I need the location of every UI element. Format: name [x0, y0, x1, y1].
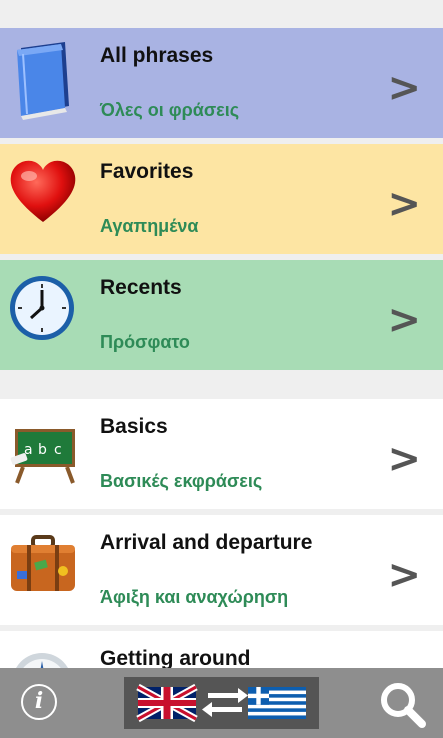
info-icon[interactable]: i — [21, 684, 57, 720]
item-title: Recents — [100, 276, 182, 299]
item-title: Basics — [100, 415, 168, 438]
category-list: All phrases Όλες οι φράσεις > Favorites … — [0, 0, 443, 668]
item-title: All phrases — [100, 44, 214, 67]
list-item-arrival-departure[interactable]: Arrival and departure Άφιξη και αναχώρησ… — [0, 515, 443, 625]
clock-icon — [7, 272, 79, 349]
item-subtitle: Πρόσφατο — [100, 332, 190, 352]
compass-icon — [7, 643, 79, 668]
list-item-all-phrases[interactable]: All phrases Όλες οι φράσεις > — [0, 28, 443, 138]
svg-text:c: c — [54, 442, 62, 458]
list-item-basics[interactable]: a b c Basics Βασικές εκφράσεις > — [0, 399, 443, 509]
chevron-right-icon: > — [387, 552, 421, 598]
book-icon — [7, 40, 79, 125]
chalkboard-icon: a b c — [7, 411, 79, 492]
language-switch-icon — [136, 683, 306, 723]
item-subtitle: Αγαπημένα — [100, 216, 199, 236]
list-item-recents[interactable]: Recents Πρόσφατο > — [0, 260, 443, 370]
chevron-right-icon: > — [387, 436, 421, 482]
bottom-app-bar: i — [0, 668, 443, 738]
item-subtitle: Άφιξη και αναχώρηση — [100, 587, 289, 607]
svg-text:b: b — [38, 442, 47, 458]
list-item-getting-around[interactable]: Getting around > — [0, 631, 443, 668]
chevron-right-icon: > — [387, 181, 421, 227]
search-icon[interactable] — [378, 680, 426, 728]
item-subtitle: Όλες οι φράσεις — [100, 100, 240, 120]
item-title: Favorites — [100, 160, 194, 183]
item-title: Arrival and departure — [100, 531, 313, 554]
item-subtitle: Βασικές εκφράσεις — [100, 471, 263, 491]
heart-icon — [7, 156, 79, 233]
chevron-right-icon: > — [387, 65, 421, 111]
chevron-right-icon: > — [387, 297, 421, 343]
suitcase-icon — [7, 527, 79, 608]
list-item-favorites[interactable]: Favorites Αγαπημένα > — [0, 144, 443, 254]
language-switch-button[interactable] — [124, 677, 319, 729]
item-title: Getting around — [100, 647, 251, 668]
